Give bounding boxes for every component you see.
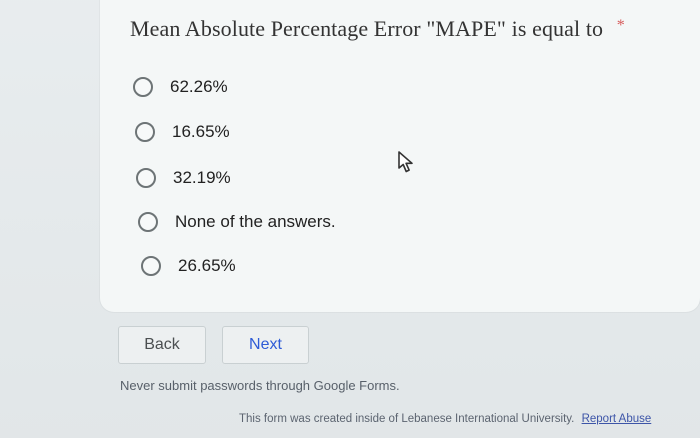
- radio-button-icon[interactable]: [135, 122, 155, 142]
- mouse-pointer-icon: [398, 151, 413, 173]
- radio-button-icon[interactable]: [141, 256, 161, 276]
- report-abuse-link[interactable]: Report Abuse: [582, 413, 652, 425]
- answer-option-label: 16.65%: [172, 122, 230, 141]
- answer-option-label: None of the answers.: [175, 212, 336, 231]
- answer-option-1[interactable]: 62.26%: [133, 77, 228, 97]
- radio-button-icon[interactable]: [136, 168, 156, 188]
- question-title: Mean Absolute Percentage Error "MAPE" is…: [130, 12, 625, 43]
- form-footer: This form was created inside of Lebanese…: [239, 413, 651, 425]
- answer-option-label: 32.19%: [173, 168, 231, 187]
- answer-option-5[interactable]: 26.65%: [141, 256, 236, 276]
- created-inside-text: This form was created inside of Lebanese…: [239, 413, 575, 425]
- question-title-text: Mean Absolute Percentage Error "MAPE" is…: [130, 16, 604, 41]
- answer-option-3[interactable]: 32.19%: [136, 168, 231, 188]
- next-button[interactable]: Next: [222, 326, 309, 364]
- answer-option-2[interactable]: 16.65%: [135, 122, 230, 142]
- required-marker: *: [616, 17, 625, 34]
- question-card: Mean Absolute Percentage Error "MAPE" is…: [100, 0, 700, 312]
- radio-button-icon[interactable]: [133, 77, 153, 97]
- answer-option-label: 26.65%: [178, 256, 236, 275]
- form-page: Mean Absolute Percentage Error "MAPE" is…: [0, 0, 700, 438]
- back-button[interactable]: Back: [118, 326, 206, 364]
- password-warning: Never submit passwords through Google Fo…: [120, 378, 400, 393]
- radio-button-icon[interactable]: [138, 212, 158, 232]
- answer-option-label: 62.26%: [170, 77, 228, 96]
- answer-option-4[interactable]: None of the answers.: [138, 212, 336, 232]
